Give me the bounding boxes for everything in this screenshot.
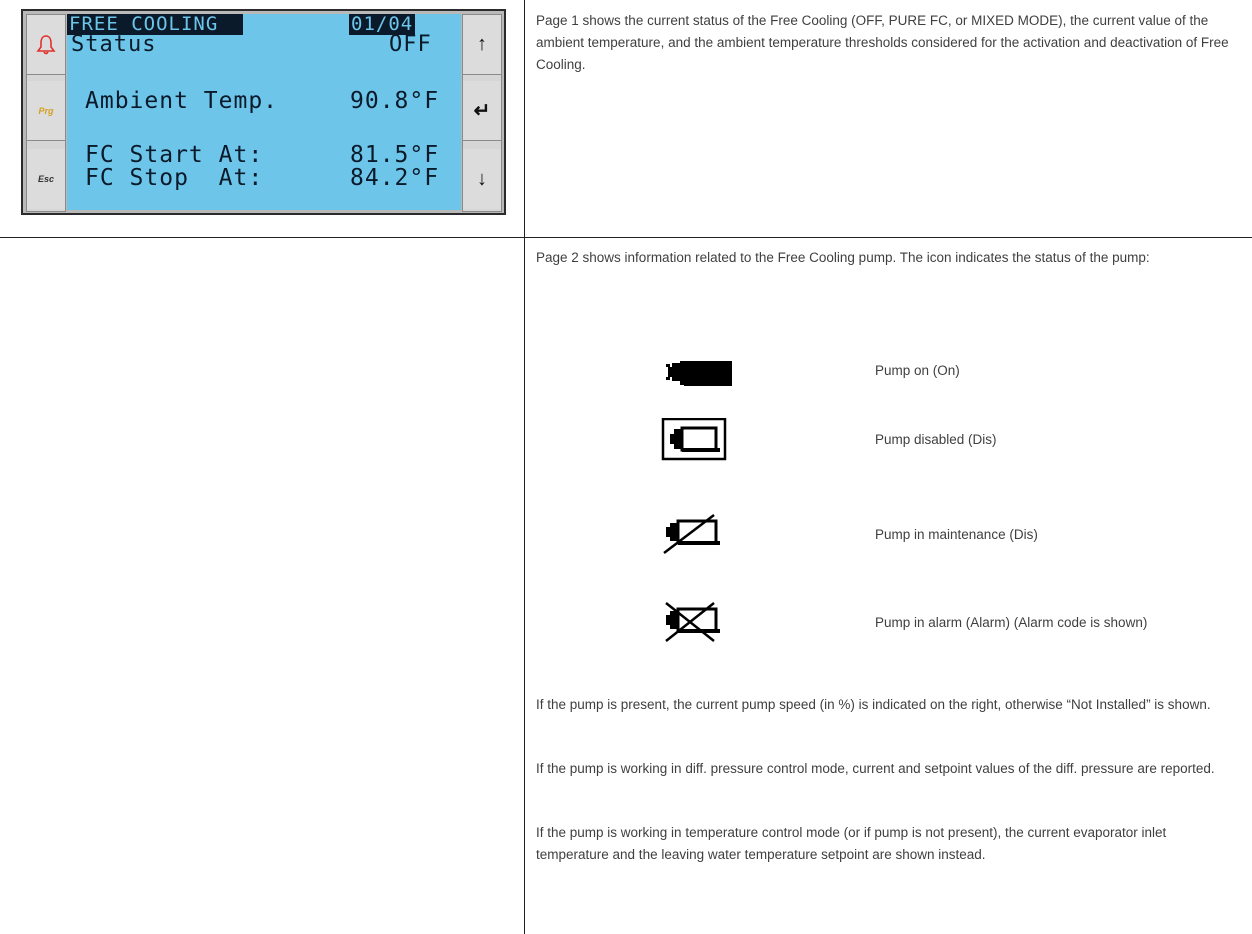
esc-button-label: Esc [37,174,54,184]
status-label: Status [71,32,157,57]
table-row-divider [0,237,1252,238]
pump-disabled-row [658,417,738,462]
page1-description: Page 1 shows the current status of the F… [536,13,1229,72]
pump-maintenance-icon [663,514,720,554]
diff-pressure-paragraph: If the pump is working in diff. pressure… [536,761,1215,776]
lcd-screen: FREE COOLING 01/04 Status OFF Ambient Te… [67,14,461,210]
left-button-column: Prg Esc [26,14,66,212]
prg-button[interactable]: Prg [27,81,65,141]
alarm-bell-icon [36,34,56,54]
pump-on-row [658,350,738,394]
pump-on-icon [666,361,732,386]
enter-arrow-icon: ↵ [473,100,491,122]
ambient-temp-value: 90.8°F [350,88,440,114]
up-arrow-icon: ↑ [477,33,487,55]
pump-alarm-icon [665,602,720,642]
alarm-button[interactable] [27,15,65,75]
fc-stop-label: FC Stop At: [85,165,264,191]
prg-button-label: Prg [38,105,54,116]
down-button[interactable]: ↓ [463,149,501,209]
pump-alarm-row [658,599,738,643]
pump-speed-paragraph: If the pump is present, the current pump… [536,697,1211,712]
right-button-column: ↑ ↵ ↓ [462,14,502,212]
pump-disabled-icon [661,417,727,461]
pump-disabled-label: Pump disabled (Dis) [875,432,997,447]
ambient-temp-label: Ambient Temp. [85,88,279,114]
pump-alarm-label: Pump in alarm (Alarm) (Alarm code is sho… [875,615,1148,630]
temperature-mode-paragraph: If the pump is working in temperature co… [536,825,1167,862]
free-cooling-display: Prg Esc FREE COOLING 01/04 Status OFF Am… [21,9,506,215]
pump-maintenance-row [658,511,738,555]
enter-button[interactable]: ↵ [463,81,501,141]
table-vertical-divider [524,0,525,934]
down-arrow-icon: ↓ [477,167,487,190]
pump-on-label: Pump on (On) [875,363,960,378]
pump-maintenance-label: Pump in maintenance (Dis) [875,527,1038,542]
status-value: OFF [389,32,432,57]
page2-intro: Page 2 shows information related to the … [536,250,1150,265]
up-button[interactable]: ↑ [463,15,501,75]
fc-stop-value: 84.2°F [350,165,440,191]
esc-button[interactable]: Esc [27,149,65,209]
